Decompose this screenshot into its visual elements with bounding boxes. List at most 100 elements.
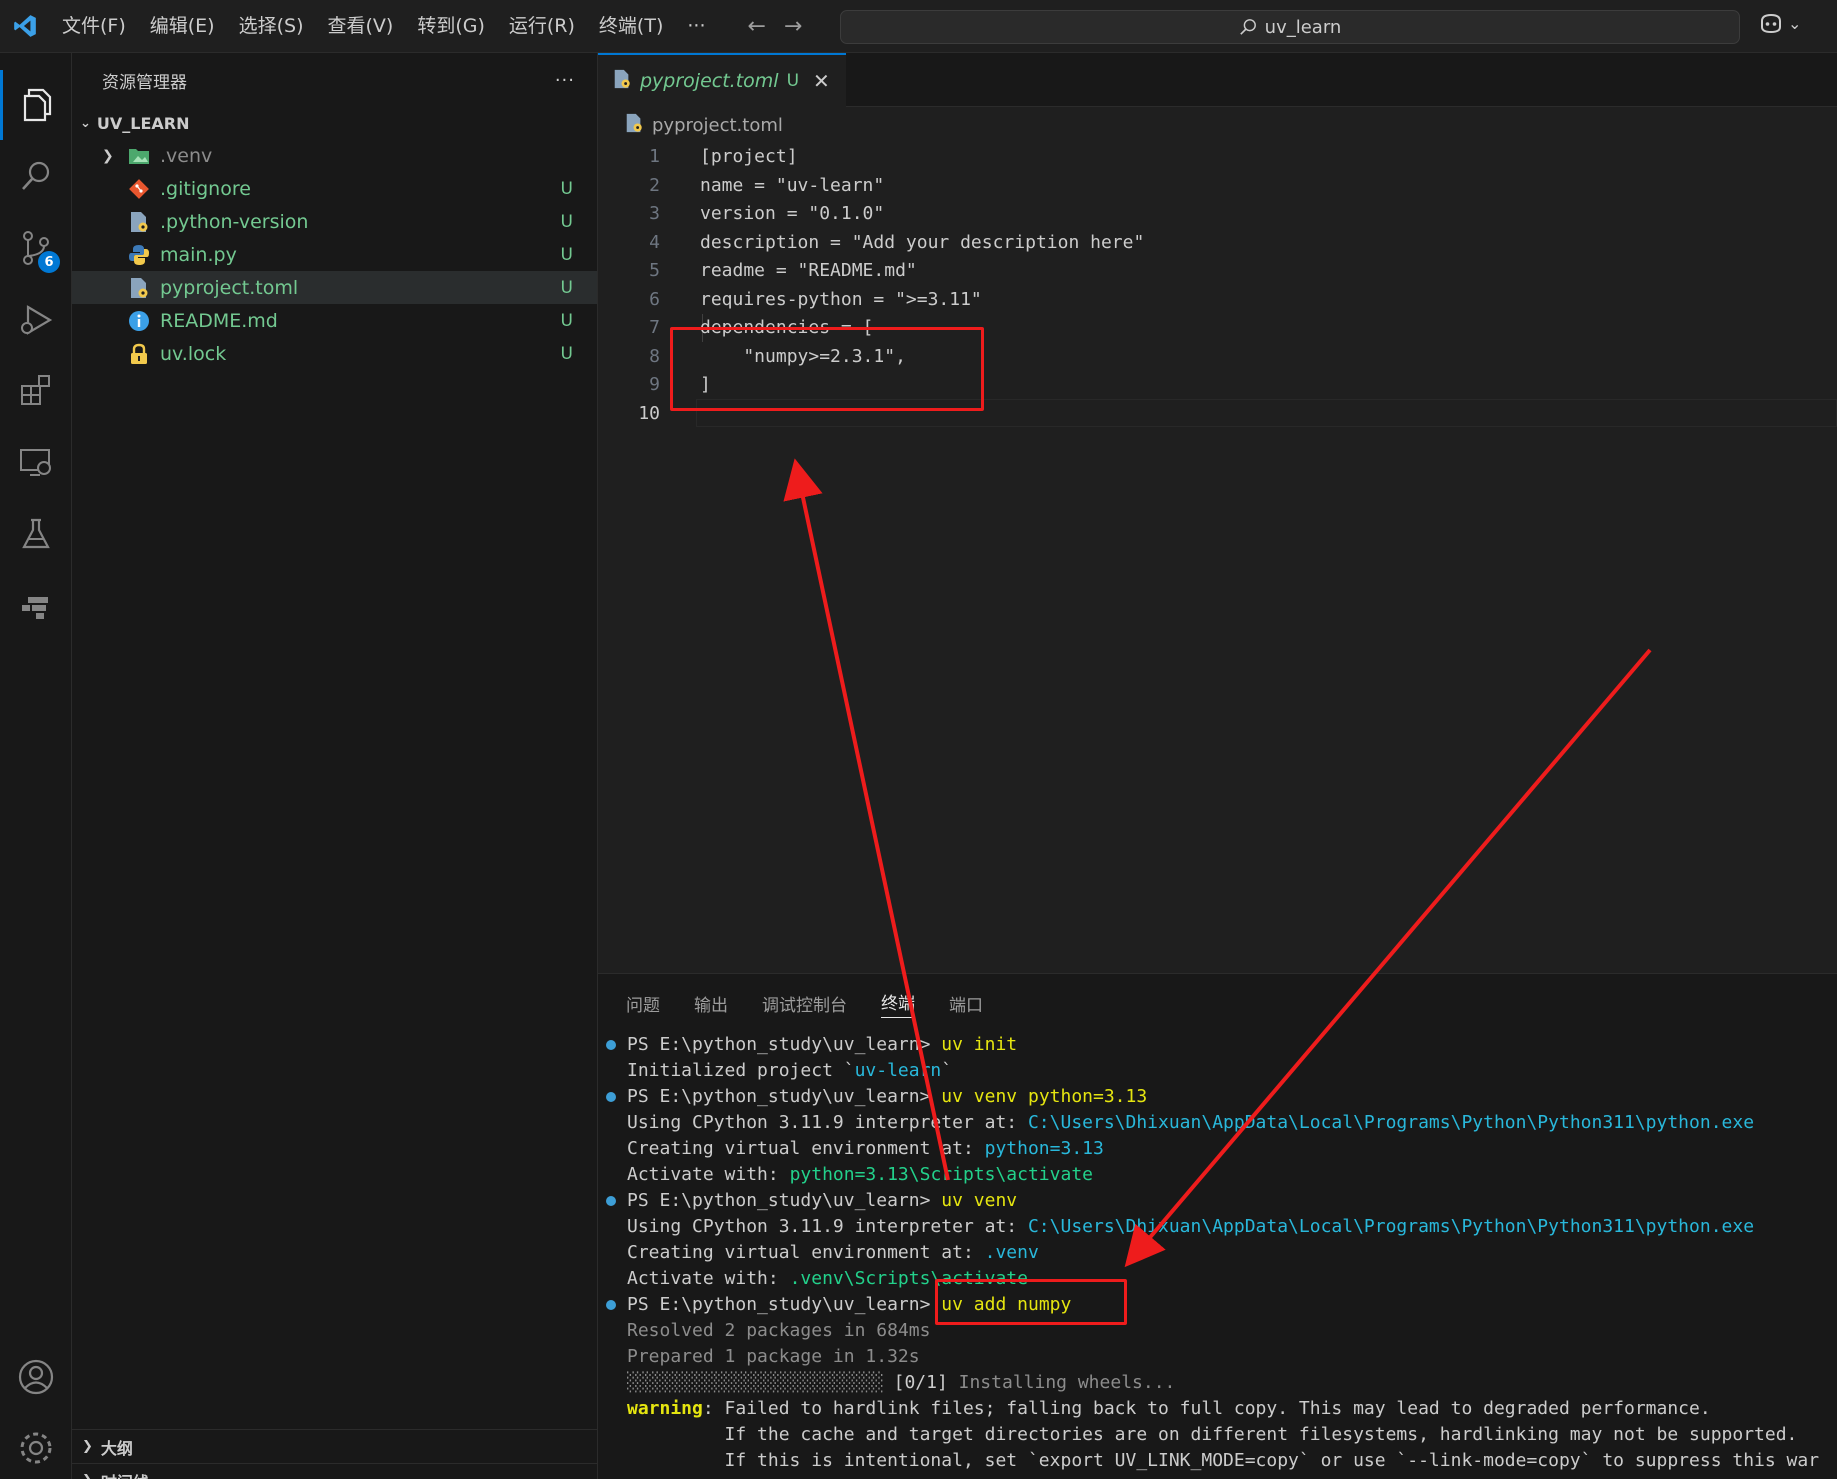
code-line: 6 requires-python = ">=3.11" bbox=[598, 286, 1837, 315]
source-control-badge: 6 bbox=[38, 251, 60, 273]
annotation-box-dependencies bbox=[670, 327, 984, 411]
tab-terminal[interactable]: 终端 bbox=[881, 989, 915, 1018]
vscode-logo-icon bbox=[0, 0, 50, 53]
terminal-line: If the cache and target directories are … bbox=[627, 1424, 1798, 1445]
tree-item-gitignore[interactable]: .gitignore U bbox=[72, 172, 597, 205]
outline-title: 大纲 bbox=[100, 1438, 133, 1458]
timeline-title: 时间线 bbox=[101, 1469, 149, 1479]
settings-file-icon bbox=[126, 210, 152, 234]
copilot-menu[interactable]: ⌄ bbox=[1758, 12, 1801, 34]
current-line-number: 10 bbox=[638, 402, 660, 424]
testing-icon[interactable] bbox=[0, 499, 72, 569]
more-actions-button[interactable]: ··· bbox=[555, 70, 575, 91]
activity-bar: 6 bbox=[0, 53, 72, 1479]
nav-arrows: ← → bbox=[747, 14, 802, 39]
file-name: pyproject.toml bbox=[160, 276, 299, 299]
run-debug-icon[interactable] bbox=[0, 285, 72, 355]
settings-gear-icon[interactable] bbox=[0, 1413, 72, 1479]
sidebar-header: 资源管理器 ··· bbox=[72, 53, 597, 107]
code-line: 2 name = "uv-learn" bbox=[598, 172, 1837, 201]
explorer-sidebar: 资源管理器 ··· ⌄ UV_LEARN ❯ .venv .gitignore … bbox=[72, 53, 598, 1479]
editor-tabs: pyproject.toml U ✕ bbox=[598, 53, 1837, 107]
menu-run[interactable]: 运行(R) bbox=[497, 0, 587, 53]
tree-item-main-py[interactable]: main.py U bbox=[72, 238, 597, 271]
menu-edit[interactable]: 编辑(E) bbox=[138, 0, 227, 53]
sidebar-title: 资源管理器 bbox=[102, 72, 187, 93]
search-icon[interactable] bbox=[0, 141, 72, 211]
menu-terminal[interactable]: 终端(T) bbox=[587, 0, 675, 53]
toml-icon bbox=[612, 69, 632, 94]
git-status-untracked: U bbox=[560, 343, 573, 364]
tab-status: U bbox=[786, 71, 800, 91]
code-line: 1 [project] bbox=[598, 143, 1837, 172]
account-icon[interactable] bbox=[0, 1342, 72, 1412]
toml-icon bbox=[126, 276, 152, 300]
back-arrow-icon[interactable]: ← bbox=[747, 14, 765, 39]
chevron-right-icon: ❯ bbox=[82, 1473, 93, 1479]
close-icon[interactable]: ✕ bbox=[813, 69, 830, 93]
lock-icon bbox=[126, 342, 152, 366]
terminal-line: PS E:\python_study\uv_learn> uv venv pyt… bbox=[598, 1084, 1837, 1110]
menu-bar: 文件(F) 编辑(E) 选择(S) 查看(V) 转到(G) 运行(R) 终端(T… bbox=[50, 0, 717, 53]
breadcrumb-file: pyproject.toml bbox=[652, 114, 783, 136]
terminal-line: Activate with: python=3.13\Scripts\activ… bbox=[627, 1164, 1093, 1185]
terminal-line: PS E:\python_study\uv_learn> uv venv bbox=[598, 1188, 1837, 1214]
terminal-line: Using CPython 3.11.9 interpreter at: C:\… bbox=[627, 1216, 1755, 1237]
tree-item-python-version[interactable]: .python-version U bbox=[72, 205, 597, 238]
tab-debug-console[interactable]: 调试控制台 bbox=[762, 991, 847, 1016]
menu-selection[interactable]: 选择(S) bbox=[227, 0, 316, 53]
annotation-box-uv-add bbox=[935, 1279, 1127, 1325]
progress-bar: ░░░░░░░░░░░░░░░░░░░░░░░░░░ bbox=[627, 1372, 884, 1393]
command-decoration-icon bbox=[606, 1040, 616, 1050]
search-text: uv_learn bbox=[1264, 16, 1342, 38]
python-icon bbox=[126, 243, 152, 267]
remote-explorer-icon[interactable] bbox=[0, 428, 72, 498]
file-name: .gitignore bbox=[160, 177, 251, 200]
terminal-line: Resolved 2 packages in 684ms bbox=[627, 1320, 931, 1341]
docker-icon[interactable] bbox=[0, 571, 72, 641]
toml-icon bbox=[624, 113, 644, 138]
git-status-untracked: U bbox=[560, 178, 573, 199]
terminal-line: Creating virtual environment at: .venv bbox=[627, 1242, 1039, 1263]
menu-go[interactable]: 转到(G) bbox=[405, 0, 497, 53]
tree-item-uv-lock[interactable]: uv.lock U bbox=[72, 337, 597, 370]
terminal[interactable]: PS E:\python_study\uv_learn> uv init Ini… bbox=[598, 1032, 1837, 1474]
menu-file[interactable]: 文件(F) bbox=[50, 0, 138, 53]
breadcrumb[interactable]: pyproject.toml bbox=[598, 107, 1837, 143]
tree-item-pyproject-toml[interactable]: pyproject.toml U bbox=[72, 271, 597, 304]
command-decoration-icon bbox=[606, 1196, 616, 1206]
explorer-icon[interactable] bbox=[0, 70, 72, 140]
code-text: name = "uv-learn" bbox=[700, 174, 885, 196]
code-text: readme = "README.md" bbox=[700, 260, 917, 281]
tab-pyproject-toml[interactable]: pyproject.toml U ✕ bbox=[598, 53, 846, 107]
extensions-icon[interactable] bbox=[0, 355, 72, 425]
tree-item-readme[interactable]: README.md U bbox=[72, 304, 597, 337]
git-status-untracked: U bbox=[560, 244, 573, 265]
chevron-down-icon: ⌄ bbox=[80, 115, 91, 131]
chevron-right-icon: ❯ bbox=[82, 1439, 93, 1454]
forward-arrow-icon[interactable]: → bbox=[784, 14, 802, 39]
timeline-section[interactable]: ❯ 时间线 bbox=[72, 1463, 598, 1479]
terminal-line: If this is intentional, set `export UV_L… bbox=[627, 1450, 1820, 1471]
terminal-line: PS E:\python_study\uv_learn> uv add nump… bbox=[598, 1292, 1837, 1318]
file-name: main.py bbox=[160, 243, 237, 266]
info-icon bbox=[126, 309, 152, 333]
file-name: .venv bbox=[160, 144, 213, 167]
code-text: requires-python = ">=3.11" bbox=[700, 288, 982, 310]
outline-section[interactable]: ❯ 大纲 bbox=[72, 1429, 598, 1463]
search-icon bbox=[1239, 19, 1256, 35]
tab-problems[interactable]: 问题 bbox=[626, 991, 660, 1016]
workspace-folder[interactable]: ⌄ UV_LEARN bbox=[72, 107, 597, 139]
terminal-line: Activate with: .venv\Scripts\activate bbox=[627, 1268, 1028, 1289]
tab-label: pyproject.toml bbox=[640, 70, 779, 92]
tree-item-venv[interactable]: ❯ .venv bbox=[72, 139, 597, 172]
tab-ports[interactable]: 端口 bbox=[949, 991, 983, 1016]
source-control-icon[interactable]: 6 bbox=[0, 213, 72, 283]
command-center-search[interactable]: uv_learn bbox=[840, 10, 1740, 44]
code-line: 3 version = "0.1.0" bbox=[598, 200, 1837, 229]
code-text: [project] bbox=[700, 146, 798, 167]
menu-view[interactable]: 查看(V) bbox=[316, 0, 406, 53]
bottom-panel: 问题 输出 调试控制台 终端 端口 PS E:\python_study\uv_… bbox=[598, 973, 1837, 1479]
tab-output[interactable]: 输出 bbox=[694, 991, 728, 1016]
menu-more[interactable]: ··· bbox=[675, 0, 717, 53]
